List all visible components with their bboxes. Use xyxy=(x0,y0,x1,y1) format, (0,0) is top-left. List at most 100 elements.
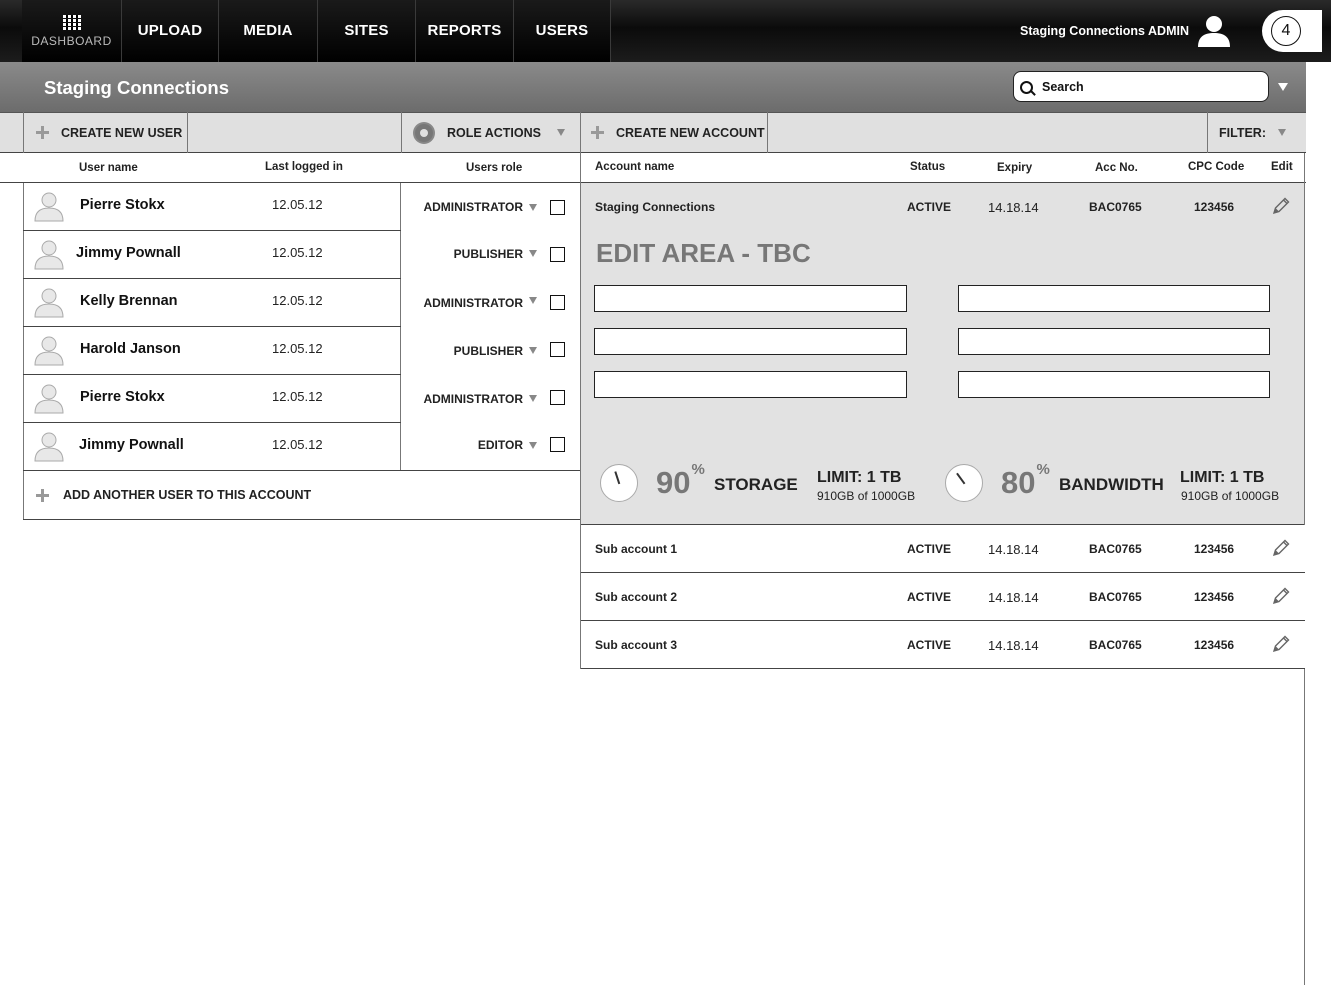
edit-field[interactable] xyxy=(958,285,1270,312)
sub-account-name: Sub account 1 xyxy=(595,542,678,556)
nav-dashboard[interactable]: DASHBOARD xyxy=(22,0,122,62)
role-checkbox[interactable] xyxy=(550,437,565,452)
last-logged-date: 12.05.12 xyxy=(272,245,323,260)
table-row[interactable]: Kelly Brennan 12.05.12 xyxy=(23,279,401,327)
role-checkbox[interactable] xyxy=(550,295,565,310)
notification-badge[interactable]: 4 xyxy=(1262,10,1322,52)
table-row[interactable]: Pierre Stokx 12.05.12 xyxy=(23,375,401,423)
edit-field[interactable] xyxy=(594,328,907,355)
table-row[interactable]: Pierre Stokx 12.05.12 xyxy=(23,183,401,231)
table-row[interactable]: Jimmy Pownall 12.05.12 xyxy=(23,423,401,471)
filter-dropdown[interactable]: FILTER: xyxy=(1208,112,1306,153)
col-header-user-name[interactable]: User name xyxy=(79,162,138,174)
role-cell: PUBLISHER xyxy=(401,231,581,279)
col-header-last-logged[interactable]: Last logged in xyxy=(265,161,343,173)
bandwidth-limit: LIMIT: 1 TB xyxy=(1180,469,1265,486)
role-dropdown[interactable]: ADMINISTRATOR xyxy=(423,200,523,214)
table-row[interactable]: Sub account 1 ACTIVE 14.18.14 BAC0765 12… xyxy=(581,525,1305,573)
last-logged-date: 12.05.12 xyxy=(272,197,323,212)
bandwidth-label: BANDWIDTH xyxy=(1059,475,1164,494)
storage-usage: 910GB of 1000GB xyxy=(817,489,916,503)
sub-account-expiry: 14.18.14 xyxy=(988,638,1039,653)
user-name: Jimmy Pownall xyxy=(79,437,184,453)
chevron-down-icon[interactable] xyxy=(529,250,537,257)
nav-media[interactable]: MEDIA xyxy=(219,0,318,62)
search-box[interactable] xyxy=(1013,71,1269,102)
pencil-icon[interactable] xyxy=(1271,586,1291,606)
role-dropdown[interactable]: EDITOR xyxy=(478,438,523,452)
table-row[interactable]: Harold Janson 12.05.12 xyxy=(23,327,401,375)
page-title: Staging Connections xyxy=(44,77,229,98)
add-user-button[interactable]: ADD ANOTHER USER TO THIS ACCOUNT xyxy=(23,471,581,520)
chevron-down-icon[interactable] xyxy=(529,395,537,402)
plus-icon xyxy=(36,126,49,139)
edit-field[interactable] xyxy=(594,371,907,398)
role-actions-label: ROLE ACTIONS xyxy=(447,125,541,140)
chevron-down-icon[interactable] xyxy=(529,442,537,449)
table-row[interactable]: Sub account 3 ACTIVE 14.18.14 BAC0765 12… xyxy=(581,621,1305,669)
nav-upload[interactable]: UPLOAD xyxy=(122,0,219,62)
role-dropdown[interactable]: PUBLISHER xyxy=(454,344,523,358)
chevron-down-icon[interactable] xyxy=(529,297,537,304)
sub-account-expiry: 14.18.14 xyxy=(988,542,1039,557)
role-actions-button[interactable]: ROLE ACTIONS xyxy=(401,112,580,153)
role-cell: ADMINISTRATOR xyxy=(401,375,581,423)
col-header-account-name[interactable]: Account name xyxy=(595,161,674,173)
dashboard-grid-icon xyxy=(62,14,81,30)
role-checkbox[interactable] xyxy=(550,200,565,215)
role-dropdown[interactable]: ADMINISTRATOR xyxy=(423,392,523,406)
chevron-down-icon[interactable] xyxy=(529,204,537,211)
edit-field[interactable] xyxy=(594,285,907,312)
user-name: Pierre Stokx xyxy=(80,197,165,213)
role-cell: PUBLISHER xyxy=(401,327,581,375)
role-checkbox[interactable] xyxy=(550,342,565,357)
create-new-account-button[interactable]: CREATE NEW ACCOUNT xyxy=(581,112,767,153)
edit-field[interactable] xyxy=(958,371,1270,398)
bandwidth-percent: 80% xyxy=(1001,461,1050,500)
role-dropdown[interactable]: PUBLISHER xyxy=(454,247,523,261)
table-row[interactable]: Sub account 2 ACTIVE 14.18.14 BAC0765 12… xyxy=(581,573,1305,621)
edit-field[interactable] xyxy=(958,328,1270,355)
sub-account-name: Sub account 2 xyxy=(595,590,678,604)
chevron-down-icon[interactable] xyxy=(529,347,537,354)
filter-label: FILTER: xyxy=(1219,125,1266,140)
account-acc-no: BAC0765 xyxy=(1089,200,1142,214)
col-header-users-role[interactable]: Users role xyxy=(466,162,522,174)
account-expiry: 14.18.14 xyxy=(988,200,1039,215)
role-dropdown[interactable]: ADMINISTRATOR xyxy=(423,296,523,310)
nav-reports[interactable]: REPORTS xyxy=(416,0,514,62)
pencil-icon[interactable] xyxy=(1271,196,1291,216)
role-checkbox[interactable] xyxy=(550,390,565,405)
col-header-status[interactable]: Status xyxy=(910,161,945,173)
account-name[interactable]: Staging Connections xyxy=(595,200,715,214)
account-cpc-code: 123456 xyxy=(1194,200,1235,214)
search-input[interactable] xyxy=(1040,77,1264,97)
col-header-cpc-code[interactable]: CPC Code xyxy=(1188,161,1244,173)
nav-sites[interactable]: SITES xyxy=(318,0,416,62)
table-row[interactable]: Jimmy Pownall 12.05.12 xyxy=(23,231,401,279)
divider xyxy=(767,112,768,153)
admin-avatar-icon[interactable] xyxy=(1196,14,1232,48)
pencil-icon[interactable] xyxy=(1271,538,1291,558)
nav-users[interactable]: USERS xyxy=(514,0,611,62)
create-new-account-label: CREATE NEW ACCOUNT xyxy=(616,125,765,140)
user-avatar-icon xyxy=(33,238,65,270)
role-checkbox[interactable] xyxy=(550,247,565,262)
col-header-expiry[interactable]: Expiry xyxy=(997,162,1032,174)
create-new-user-label: CREATE NEW USER xyxy=(61,125,183,140)
col-header-acc-no[interactable]: Acc No. xyxy=(1095,162,1138,174)
sub-account-status: ACTIVE xyxy=(907,638,952,652)
role-cell: ADMINISTRATOR xyxy=(401,183,581,231)
chevron-down-icon xyxy=(1277,129,1286,136)
admin-name[interactable]: Staging Connections ADMIN xyxy=(1020,24,1189,38)
col-header-edit: Edit xyxy=(1271,161,1293,173)
sub-account-acc-no: BAC0765 xyxy=(1089,590,1142,604)
sub-account-name: Sub account 3 xyxy=(595,638,678,652)
chevron-down-icon[interactable] xyxy=(1278,83,1288,91)
storage-limit: LIMIT: 1 TB xyxy=(817,469,902,486)
chevron-down-icon xyxy=(556,129,565,136)
pencil-icon[interactable] xyxy=(1271,634,1291,654)
nav-dashboard-label: DASHBOARD xyxy=(31,34,112,48)
create-new-user-button[interactable]: CREATE NEW USER xyxy=(23,112,188,153)
user-avatar-icon xyxy=(33,190,65,222)
